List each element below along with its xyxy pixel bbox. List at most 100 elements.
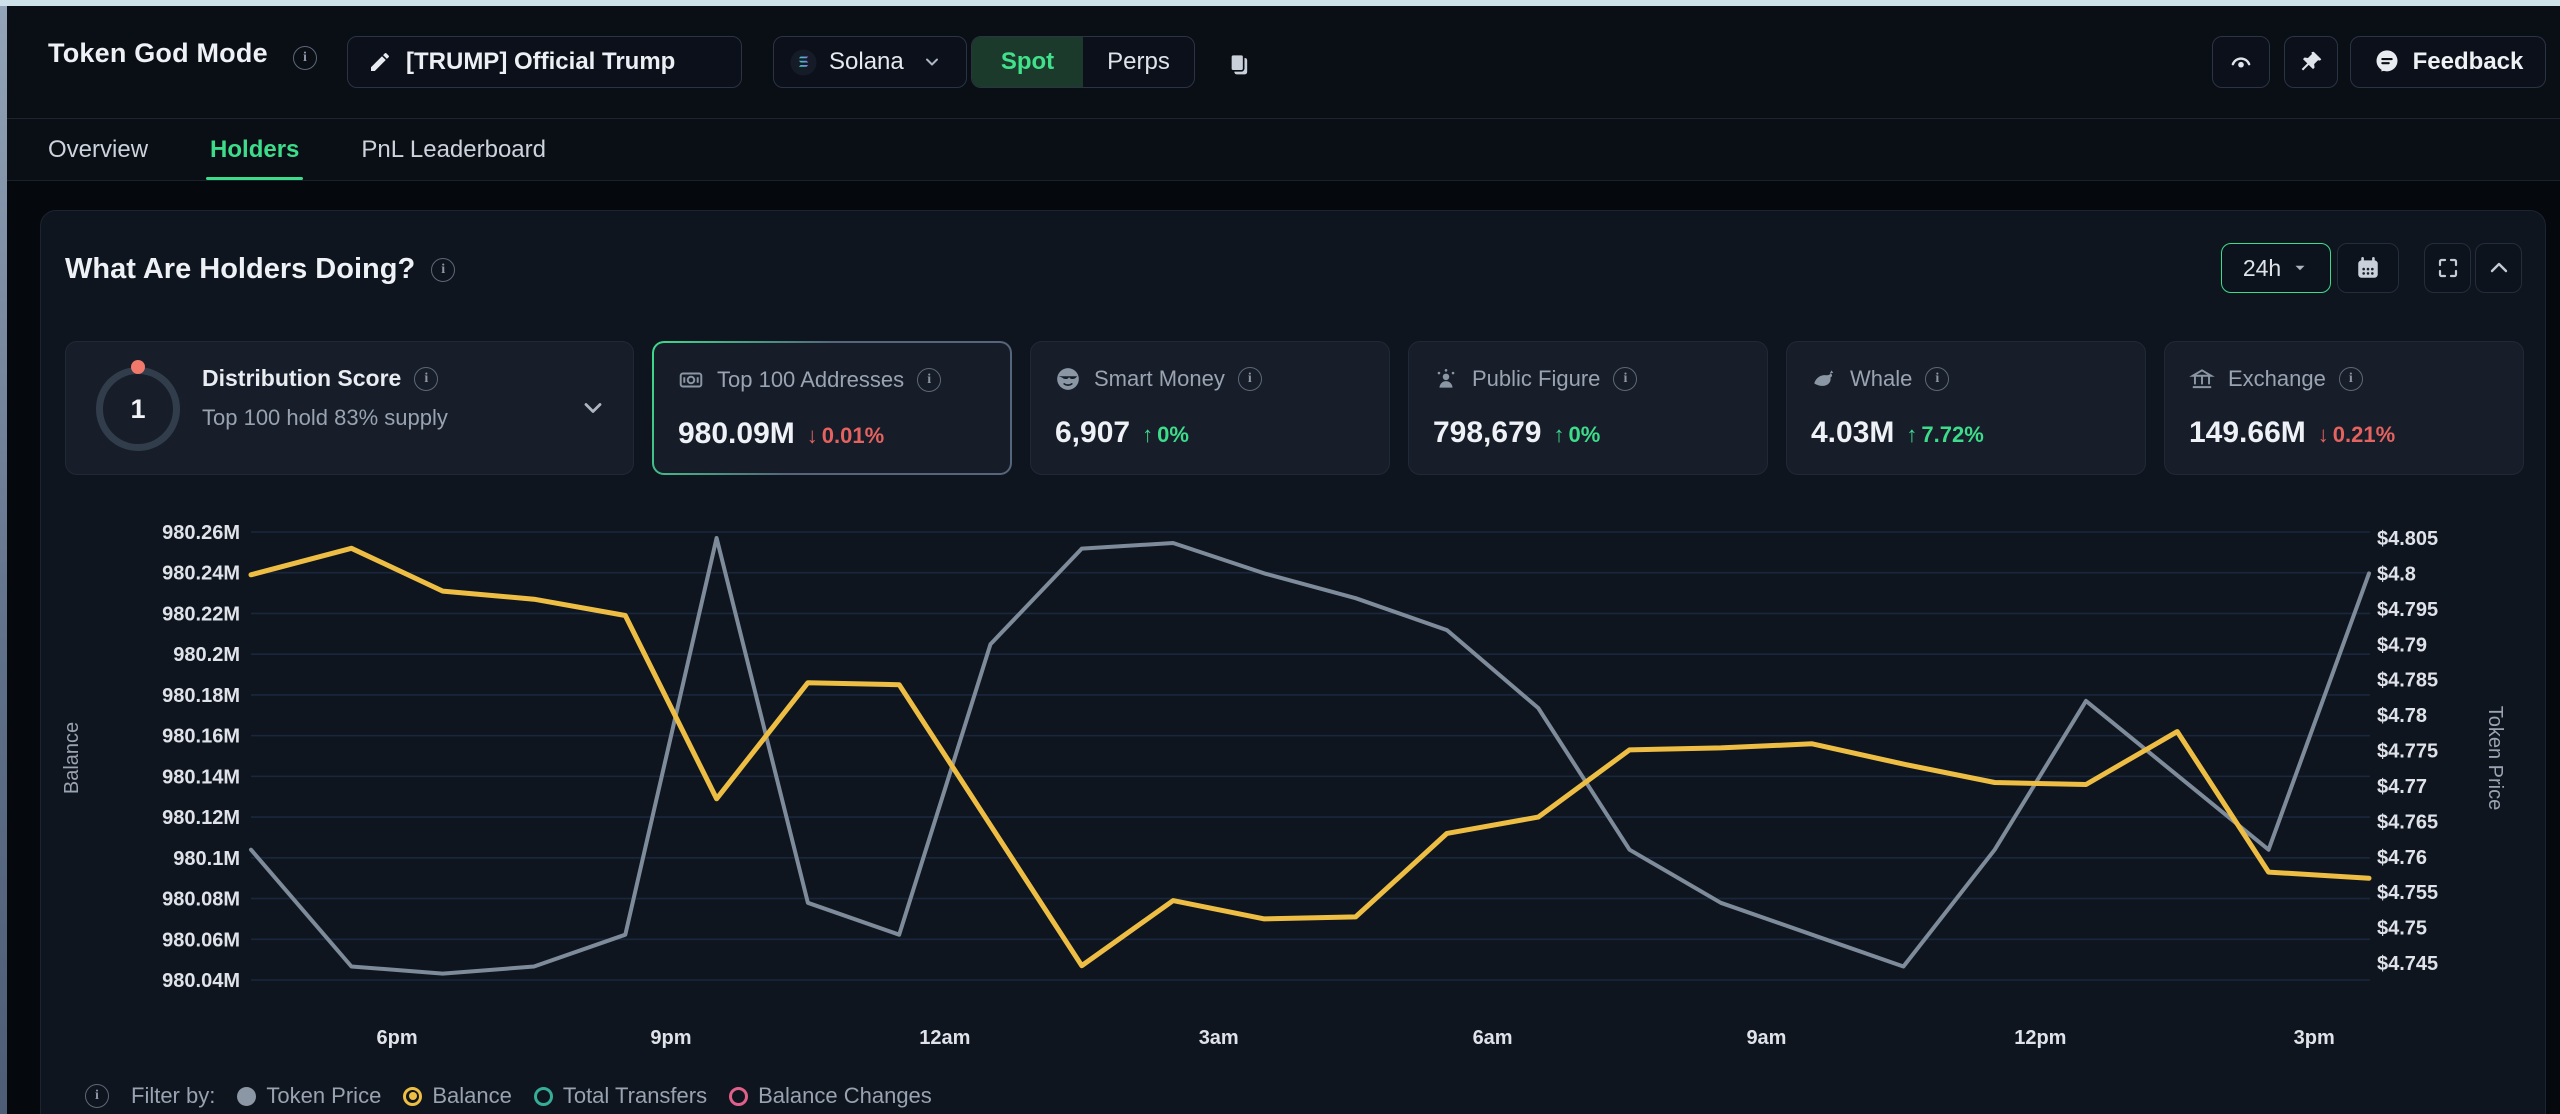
info-icon[interactable] xyxy=(1613,367,1637,391)
page-header: Token God Mode [TRUMP] Official Trump xyxy=(7,6,2560,181)
public-figure-card[interactable]: Public Figure 798,679 0% xyxy=(1408,341,1768,475)
perps-tab[interactable]: Perps xyxy=(1083,37,1194,87)
card-title-row: Whale xyxy=(1811,366,1949,392)
token-selector-label: [TRUMP] Official Trump xyxy=(406,48,675,76)
card-value-row: 980.09M 0.01% xyxy=(678,417,884,451)
page-tabs: Overview Holders PnL Leaderboard xyxy=(7,119,2560,180)
chevron-up-icon xyxy=(2487,256,2511,280)
chain-selector[interactable]: Solana xyxy=(773,36,967,88)
pencil-icon xyxy=(368,50,392,74)
eye-icon xyxy=(2228,49,2254,75)
token-price-dot-icon xyxy=(237,1087,256,1106)
arrow-up-icon xyxy=(1142,422,1153,448)
calendar-button[interactable] xyxy=(2337,243,2399,293)
window-edge-scrollbar[interactable] xyxy=(0,6,7,1114)
legend-item-total-transfers[interactable]: Total Transfers xyxy=(534,1083,707,1109)
card-delta: 0.21% xyxy=(2318,422,2395,448)
card-value: 798,679 xyxy=(1433,416,1541,450)
pin-icon xyxy=(2298,49,2324,75)
card-title-row: Smart Money xyxy=(1055,366,1262,392)
arrow-down-icon xyxy=(807,423,818,449)
section-title: What Are Holders Doing? xyxy=(65,253,415,286)
info-icon[interactable] xyxy=(1238,367,1262,391)
holders-chart-plot-area[interactable] xyxy=(250,505,2370,1015)
card-delta: 7.72% xyxy=(1906,422,1983,448)
info-icon[interactable] xyxy=(85,1084,109,1108)
whale-card[interactable]: Whale 4.03M 7.72% xyxy=(1786,341,2146,475)
chevron-down-icon xyxy=(922,52,942,72)
token-god-mode-page: Token God Mode [TRUMP] Official Trump xyxy=(0,0,2560,1114)
card-value: 149.66M xyxy=(2189,416,2306,450)
card-value: 980.09M xyxy=(678,417,795,451)
card-delta: 0% xyxy=(1142,422,1189,448)
tab-overview[interactable]: Overview xyxy=(48,119,148,180)
info-icon[interactable] xyxy=(293,46,317,70)
card-title-row: Top 100 Addresses xyxy=(678,367,941,393)
card-value: 6,907 xyxy=(1055,416,1130,450)
info-icon[interactable] xyxy=(431,258,455,282)
fullscreen-icon xyxy=(2436,256,2460,280)
copy-icon xyxy=(1225,51,1253,79)
card-value-row: 798,679 0% xyxy=(1433,416,1600,450)
feedback-label: Feedback xyxy=(2413,48,2524,76)
smart-money-card[interactable]: Smart Money 6,907 0% xyxy=(1030,341,1390,475)
watch-button[interactable] xyxy=(2212,36,2270,88)
timeframe-select[interactable]: 24h xyxy=(2221,243,2331,293)
fullscreen-button[interactable] xyxy=(2424,243,2471,293)
chart-filter-legend: Filter by: Token Price Balance Total Tra… xyxy=(85,1083,932,1109)
smart-money-icon xyxy=(1055,366,1081,392)
exchange-bank-icon xyxy=(2189,366,2215,392)
banknote-icon xyxy=(678,367,704,393)
card-title: Exchange xyxy=(2228,366,2326,392)
card-value-row: 149.66M 0.21% xyxy=(2189,416,2395,450)
card-title-row: Public Figure xyxy=(1433,366,1637,392)
card-title: Whale xyxy=(1850,366,1912,392)
score-gauge-dot xyxy=(131,360,145,374)
chevron-down-icon xyxy=(2291,259,2309,277)
chevron-down-icon[interactable] xyxy=(579,394,607,422)
top-100-addresses-card[interactable]: Top 100 Addresses 980.09M 0.01% xyxy=(652,341,1012,475)
whale-icon xyxy=(1811,366,1837,392)
top-toolbar: Token God Mode [TRUMP] Official Trump xyxy=(7,6,2560,119)
filter-label: Filter by: xyxy=(131,1083,215,1109)
balance-changes-ring-icon xyxy=(729,1087,748,1106)
info-icon[interactable] xyxy=(917,368,941,392)
pin-button[interactable] xyxy=(2284,36,2338,88)
info-icon[interactable] xyxy=(1925,367,1949,391)
tab-pnl-leaderboard[interactable]: PnL Leaderboard xyxy=(361,119,546,180)
token-selector-button[interactable]: [TRUMP] Official Trump xyxy=(347,36,742,88)
score-value: 1 xyxy=(130,394,145,425)
legend-item-token-price[interactable]: Token Price xyxy=(237,1083,381,1109)
spot-tab[interactable]: Spot xyxy=(972,37,1083,87)
card-title: Public Figure xyxy=(1472,366,1600,392)
timeframe-value: 24h xyxy=(2243,255,2281,282)
info-icon[interactable] xyxy=(2339,367,2363,391)
card-value-row: 4.03M 7.72% xyxy=(1811,416,1984,450)
legend-item-balance-changes[interactable]: Balance Changes xyxy=(729,1083,932,1109)
tab-holders[interactable]: Holders xyxy=(210,119,299,180)
feedback-button[interactable]: Feedback xyxy=(2350,36,2546,88)
card-title: Distribution Score xyxy=(202,365,401,392)
copy-address-button[interactable] xyxy=(1222,48,1256,82)
arrow-down-icon xyxy=(2318,422,2329,448)
info-icon[interactable] xyxy=(414,367,438,391)
calendar-icon xyxy=(2355,255,2381,281)
section-title-row: What Are Holders Doing? xyxy=(65,253,455,286)
market-type-toggle: Spot Perps xyxy=(971,36,1195,88)
distribution-score-card[interactable]: 1 Distribution Score Top 100 hold 83% su… xyxy=(65,341,634,475)
balance-radio-icon xyxy=(403,1087,422,1106)
card-delta: 0.01% xyxy=(807,423,884,449)
total-transfers-ring-icon xyxy=(534,1087,553,1106)
legend-item-balance[interactable]: Balance xyxy=(403,1083,512,1109)
card-title: Smart Money xyxy=(1094,366,1225,392)
card-title-row: Distribution Score xyxy=(202,365,438,392)
collapse-button[interactable] xyxy=(2475,243,2522,293)
public-figure-icon xyxy=(1433,366,1459,392)
feedback-bubble-icon xyxy=(2373,48,2401,76)
card-title: Top 100 Addresses xyxy=(717,367,904,393)
arrow-up-icon xyxy=(1553,422,1564,448)
card-value-row: 6,907 0% xyxy=(1055,416,1189,450)
exchange-card[interactable]: Exchange 149.66M 0.21% xyxy=(2164,341,2524,475)
solana-icon xyxy=(790,49,817,76)
card-title-row: Exchange xyxy=(2189,366,2363,392)
